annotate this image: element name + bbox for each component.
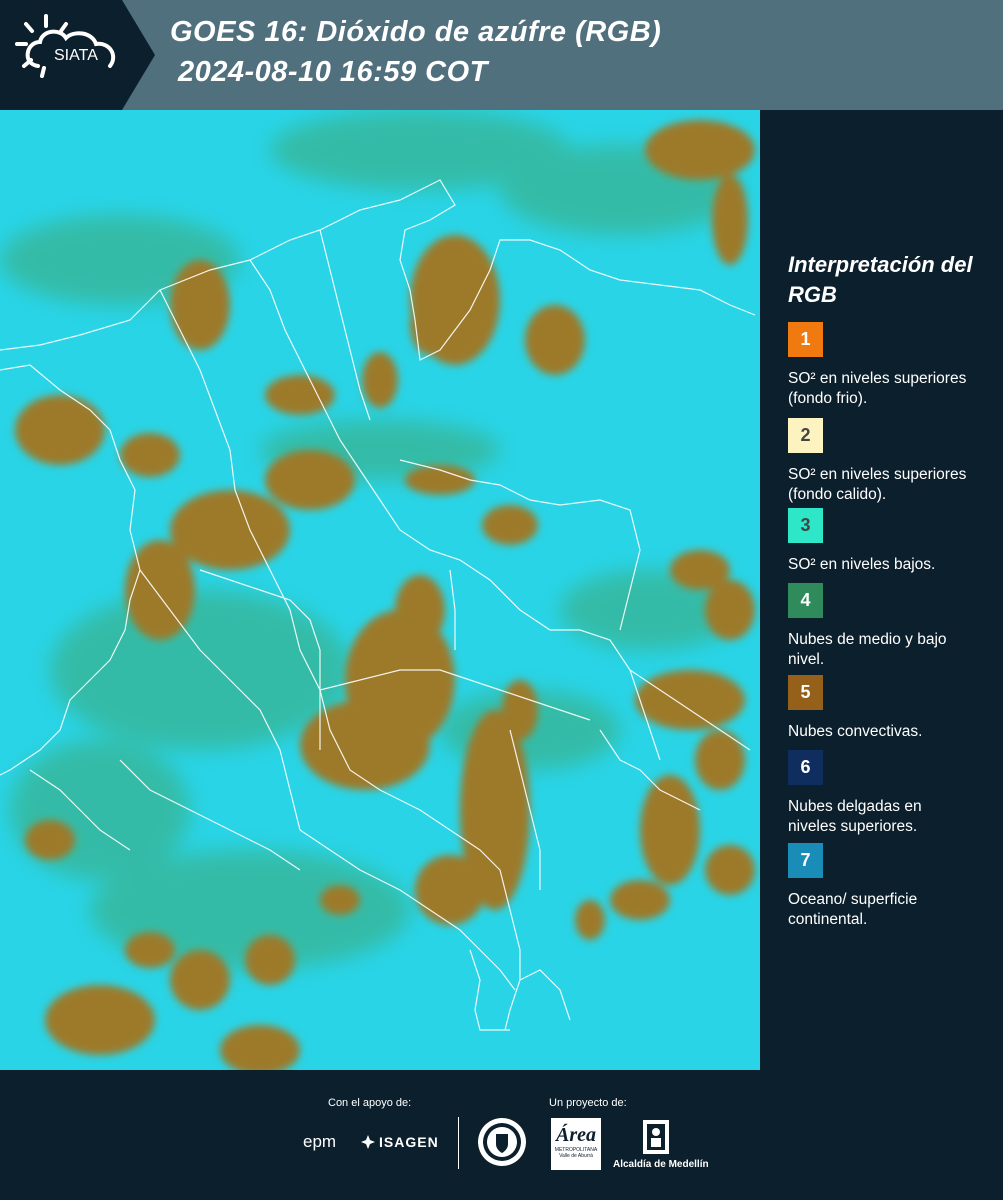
legend-swatch-4: 4 — [788, 583, 823, 618]
alcaldia-crest-logo — [641, 1118, 671, 1161]
page-timestamp: 2024-08-10 16:59 COT — [178, 56, 488, 88]
siata-logo: SIATA — [0, 0, 155, 110]
legend-item-5: 5 Nubes convectivas. — [788, 675, 988, 742]
seal-icon — [478, 1118, 526, 1166]
legend-label-2: SO² en niveles superiores (fondo calido)… — [788, 466, 967, 503]
page-title: GOES 16: Dióxido de azúfre (RGB) — [170, 16, 662, 48]
isagen-logo — [360, 1134, 376, 1155]
legend-label-1: SO² en niveles superiores (fondo frio). — [788, 370, 967, 407]
legend-item-1: 1 SO² en niveles superiores (fondo frio)… — [788, 322, 988, 409]
legend-label-5: Nubes convectivas. — [788, 723, 923, 740]
legend-swatch-7: 7 — [788, 843, 823, 878]
project-label: Un proyecto de: — [549, 1097, 627, 1109]
satellite-rgb-map-svg — [0, 110, 760, 1070]
legend-item-6: 6 Nubes delgadas en niveles superiores. — [788, 750, 988, 837]
rgb-legend-panel: Interpretación del RGB 1 SO² en niveles … — [760, 110, 1003, 1070]
epm-logo: epm — [303, 1132, 337, 1151]
support-label: Con el apoyo de: — [328, 1097, 412, 1109]
isagen-mark-icon — [361, 1135, 375, 1149]
alcaldia-label: Alcaldía de Medellín — [613, 1159, 709, 1170]
legend-item-2: 2 SO² en niveles superiores (fondo calid… — [788, 418, 988, 505]
legend-swatch-1: 1 — [788, 322, 823, 357]
isagen-label: ISAGEN — [379, 1134, 439, 1150]
header-bar: SIATA GOES 16: Dióxido de azúfre (RGB) 2… — [0, 0, 1003, 110]
legend-swatch-2: 2 — [788, 418, 823, 453]
legend-title: Interpretación del RGB — [788, 252, 973, 307]
legend-swatch-6: 6 — [788, 750, 823, 785]
crest-icon — [643, 1120, 669, 1154]
legend-swatch-3: 3 — [788, 508, 823, 543]
footer: Con el apoyo de: Un proyecto de: epm ISA… — [0, 1070, 1003, 1200]
footer-divider — [458, 1117, 459, 1169]
legend-item-4: 4 Nubes de medio y bajo nivel. — [788, 583, 988, 670]
satellite-map[interactable] — [0, 110, 760, 1070]
legend-item-7: 7 Oceano/ superficie continental. — [788, 843, 988, 930]
area-metropolitana-logo: Área METROPOLITANA Valle de Aburrá — [551, 1118, 601, 1170]
svg-text:SIATA: SIATA — [54, 47, 98, 64]
legend-label-4: Nubes de medio y bajo nivel. — [788, 631, 947, 668]
legend-label-3: SO² en niveles bajos. — [788, 556, 936, 573]
legend-item-3: 3 SO² en niveles bajos. — [788, 508, 988, 575]
medellin-seal-logo — [476, 1116, 528, 1173]
legend-label-7: Oceano/ superficie continental. — [788, 891, 918, 928]
legend-label-6: Nubes delgadas en niveles superiores. — [788, 798, 922, 835]
legend-swatch-5: 5 — [788, 675, 823, 710]
